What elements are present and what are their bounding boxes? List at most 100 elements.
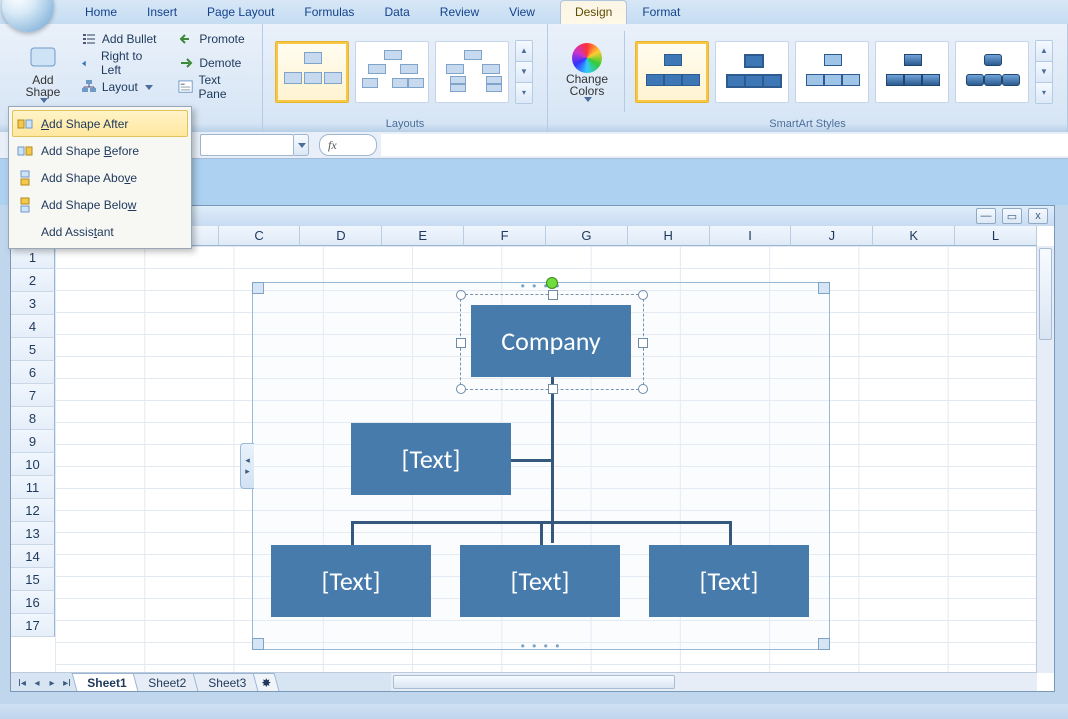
resize-handle[interactable] bbox=[252, 282, 264, 294]
row-header[interactable]: 9 bbox=[11, 430, 55, 453]
tab-view[interactable]: View bbox=[494, 0, 550, 24]
sheet-tab-1[interactable]: Sheet1 bbox=[72, 673, 142, 691]
row-header[interactable]: 17 bbox=[11, 614, 55, 637]
cell-grid[interactable]: • • • • • • • • ◂▸ Company [Text] [Text]… bbox=[55, 246, 1037, 673]
layout-option-2[interactable] bbox=[355, 41, 429, 103]
row-header[interactable]: 12 bbox=[11, 499, 55, 522]
column-header[interactable]: I bbox=[710, 226, 792, 246]
name-box[interactable] bbox=[200, 134, 294, 156]
resize-handle[interactable] bbox=[638, 384, 648, 394]
sheet-tab-2[interactable]: Sheet2 bbox=[133, 673, 202, 691]
smartart-node-assistant[interactable]: [Text] bbox=[351, 423, 511, 495]
column-header[interactable]: K bbox=[873, 226, 955, 246]
tab-nav-next[interactable]: ▸ bbox=[45, 675, 59, 691]
tab-home[interactable]: Home bbox=[70, 0, 132, 24]
row-header[interactable]: 16 bbox=[11, 591, 55, 614]
vertical-scrollbar[interactable] bbox=[1036, 246, 1054, 673]
gallery-scroll-down-icon[interactable]: ▼ bbox=[1036, 62, 1052, 83]
row-header[interactable]: 14 bbox=[11, 545, 55, 568]
add-shape-button[interactable]: Add Shape bbox=[16, 27, 70, 116]
window-maximize-button[interactable]: ▭ bbox=[1002, 208, 1022, 224]
tab-nav-prev[interactable]: ◂ bbox=[30, 675, 44, 691]
row-header[interactable]: 6 bbox=[11, 361, 55, 384]
gallery-expand-icon[interactable]: ▾ bbox=[1036, 83, 1052, 103]
resize-handle[interactable]: • • • • bbox=[521, 639, 562, 653]
menu-add-shape-before[interactable]: Add Shape Before bbox=[12, 137, 188, 164]
resize-handle[interactable] bbox=[638, 290, 648, 300]
text-pane-expander[interactable]: ◂▸ bbox=[240, 443, 254, 489]
menu-add-shape-after[interactable]: Add Shape After bbox=[12, 110, 188, 137]
promote-button[interactable]: Promote bbox=[173, 27, 254, 51]
column-header[interactable]: D bbox=[300, 226, 382, 246]
gallery-scroll-up-icon[interactable]: ▲ bbox=[516, 41, 532, 62]
row-header[interactable]: 15 bbox=[11, 568, 55, 591]
gallery-scroll-down-icon[interactable]: ▼ bbox=[516, 62, 532, 83]
horizontal-scrollbar[interactable] bbox=[391, 672, 1037, 691]
style-option-5[interactable] bbox=[955, 41, 1029, 103]
resize-handle[interactable] bbox=[818, 638, 830, 650]
column-header[interactable]: F bbox=[464, 226, 546, 246]
column-header[interactable]: G bbox=[546, 226, 628, 246]
resize-handle[interactable] bbox=[456, 290, 466, 300]
add-bullet-button[interactable]: Add Bullet bbox=[76, 27, 168, 51]
rotate-handle[interactable] bbox=[546, 277, 558, 289]
row-header[interactable]: 10 bbox=[11, 453, 55, 476]
style-option-3[interactable] bbox=[795, 41, 869, 103]
column-header[interactable]: H bbox=[628, 226, 710, 246]
column-header[interactable]: C bbox=[219, 226, 301, 246]
column-header[interactable]: E bbox=[382, 226, 464, 246]
row-header[interactable]: 11 bbox=[11, 476, 55, 499]
tab-format[interactable]: Format bbox=[627, 0, 695, 24]
tab-review[interactable]: Review bbox=[425, 0, 494, 24]
name-box-dropdown[interactable] bbox=[294, 134, 309, 156]
row-header[interactable]: 3 bbox=[11, 292, 55, 315]
row-header[interactable]: 4 bbox=[11, 315, 55, 338]
change-colors-button[interactable]: Change Colors bbox=[556, 27, 618, 116]
tab-page-layout[interactable]: Page Layout bbox=[192, 0, 289, 24]
resize-handle[interactable] bbox=[456, 338, 466, 348]
smartart-object[interactable]: • • • • • • • • ◂▸ Company [Text] [Text]… bbox=[252, 282, 830, 650]
tab-nav-first[interactable]: I◂ bbox=[15, 675, 29, 691]
fx-icon[interactable]: fx bbox=[320, 138, 345, 153]
row-header[interactable]: 1 bbox=[11, 246, 55, 269]
sheet-tab-new[interactable]: ✸ bbox=[253, 673, 280, 691]
tab-formulas[interactable]: Formulas bbox=[289, 0, 369, 24]
style-option-2[interactable] bbox=[715, 41, 789, 103]
row-header[interactable]: 13 bbox=[11, 522, 55, 545]
scroll-thumb[interactable] bbox=[1039, 248, 1052, 340]
style-option-4[interactable] bbox=[875, 41, 949, 103]
column-header[interactable]: J bbox=[791, 226, 873, 246]
tab-insert[interactable]: Insert bbox=[132, 0, 192, 24]
style-option-1[interactable] bbox=[635, 41, 709, 103]
resize-handle[interactable] bbox=[252, 638, 264, 650]
row-header[interactable]: 8 bbox=[11, 407, 55, 430]
text-pane-button[interactable]: Text Pane bbox=[173, 75, 254, 99]
smartart-node-leaf-1[interactable]: [Text] bbox=[271, 545, 431, 617]
menu-add-shape-above[interactable]: Add Shape Above bbox=[12, 164, 188, 191]
resize-handle[interactable] bbox=[548, 384, 558, 394]
menu-add-assistant[interactable]: Add Assistant bbox=[12, 218, 188, 245]
tab-data[interactable]: Data bbox=[369, 0, 424, 24]
row-header[interactable]: 2 bbox=[11, 269, 55, 292]
smartart-node-leaf-2[interactable]: [Text] bbox=[460, 545, 620, 617]
row-header[interactable]: 5 bbox=[11, 338, 55, 361]
tab-design[interactable]: Design bbox=[560, 0, 627, 24]
window-minimize-button[interactable]: — bbox=[976, 208, 996, 224]
gallery-expand-icon[interactable]: ▾ bbox=[516, 83, 532, 103]
scroll-thumb[interactable] bbox=[393, 675, 675, 689]
demote-button[interactable]: Demote bbox=[173, 51, 254, 75]
smartart-node-leaf-3[interactable]: [Text] bbox=[649, 545, 809, 617]
layout-option-1[interactable] bbox=[275, 41, 349, 103]
resize-handle[interactable] bbox=[456, 384, 466, 394]
gallery-scroll-up-icon[interactable]: ▲ bbox=[1036, 41, 1052, 62]
styles-gallery-scroll[interactable]: ▲ ▼ ▾ bbox=[1035, 40, 1053, 104]
row-header[interactable]: 7 bbox=[11, 384, 55, 407]
resize-handle[interactable] bbox=[638, 338, 648, 348]
layout-option-3[interactable] bbox=[435, 41, 509, 103]
menu-add-shape-below[interactable]: Add Shape Below bbox=[12, 191, 188, 218]
resize-handle[interactable] bbox=[548, 290, 558, 300]
sheet-tab-3[interactable]: Sheet3 bbox=[193, 673, 262, 691]
right-to-left-button[interactable]: Right to Left bbox=[76, 51, 168, 75]
column-header[interactable]: L bbox=[955, 226, 1037, 246]
window-close-button[interactable]: x bbox=[1028, 208, 1048, 224]
